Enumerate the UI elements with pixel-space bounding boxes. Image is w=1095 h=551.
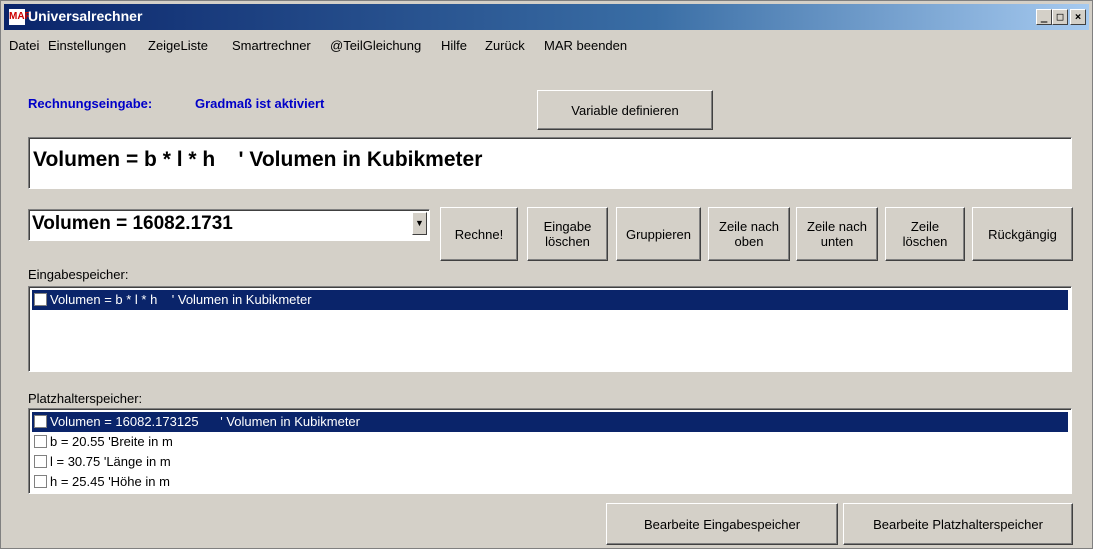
menu-datei[interactable]: Datei — [9, 38, 39, 53]
input-memory-list[interactable]: Volumen = b * l * h ' Volumen in Kubikme… — [28, 286, 1072, 372]
group-button[interactable]: Gruppieren — [616, 207, 701, 261]
checkbox[interactable] — [34, 415, 47, 428]
close-button[interactable]: × — [1070, 9, 1086, 25]
menu-bar: Datei Einstellungen ZeigeListe Smartrech… — [5, 33, 1088, 57]
undo-button[interactable]: Rückgängig — [972, 207, 1073, 261]
menu-mar-beenden[interactable]: MAR beenden — [544, 38, 627, 53]
list-item-text: l = 30.75 'Länge in m — [50, 454, 171, 469]
move-row-down-button[interactable]: Zeile nach unten — [796, 207, 878, 261]
minimize-button[interactable]: _ — [1036, 9, 1052, 25]
delete-row-button[interactable]: Zeile löschen — [885, 207, 965, 261]
edit-placeholder-memory-button[interactable]: Bearbeite Platzhalterspeicher — [843, 503, 1073, 545]
main-window: MAR Universalrechner _ □ × Datei Einstel… — [0, 0, 1093, 549]
app-icon: MAR — [9, 9, 32, 25]
list-item[interactable]: Volumen = b * l * h ' Volumen in Kubikme… — [32, 290, 1068, 310]
list-item[interactable]: h = 25.45 'Höhe in m — [32, 472, 1068, 492]
menu-zurueck[interactable]: Zurück — [485, 38, 525, 53]
rechne-button[interactable]: Rechne! — [440, 207, 518, 261]
checkbox[interactable] — [34, 435, 47, 448]
edit-input-memory-button[interactable]: Bearbeite Eingabespeicher — [606, 503, 838, 545]
chevron-down-icon[interactable]: ▼ — [412, 212, 427, 235]
input-memory-label: Eingabespeicher: — [28, 267, 129, 282]
menu-einstellungen[interactable]: Einstellungen — [48, 38, 126, 53]
result-value: Volumen = 16082.1731 — [32, 213, 233, 234]
list-item-text: Volumen = 16082.173125 ' Volumen in Kubi… — [50, 414, 360, 429]
list-item-text: h = 25.45 'Höhe in m — [50, 474, 170, 489]
move-row-up-button[interactable]: Zeile nach oben — [708, 207, 790, 261]
placeholder-memory-label: Platzhalterspeicher: — [28, 391, 143, 406]
list-item-text: Volumen = b * l * h ' Volumen in Kubikme… — [50, 292, 312, 307]
mode-status: Gradmaß ist aktiviert — [195, 96, 325, 111]
list-item[interactable]: Volumen = 16082.173125 ' Volumen in Kubi… — [32, 412, 1068, 432]
maximize-button[interactable]: □ — [1052, 9, 1068, 25]
title-bar[interactable]: MAR Universalrechner _ □ × — [4, 4, 1089, 30]
checkbox[interactable] — [34, 475, 47, 488]
list-item-text: b = 20.55 'Breite in m — [50, 434, 173, 449]
list-item[interactable]: l = 30.75 'Länge in m — [32, 452, 1068, 472]
list-item[interactable]: b = 20.55 'Breite in m — [32, 432, 1068, 452]
clear-input-button[interactable]: Eingabe löschen — [527, 207, 608, 261]
placeholder-memory-list[interactable]: Volumen = 16082.173125 ' Volumen in Kubi… — [28, 408, 1072, 494]
result-combo[interactable]: Volumen = 16082.1731 ▼ — [28, 209, 430, 241]
menu-smartrechner[interactable]: Smartrechner — [232, 38, 311, 53]
input-label: Rechnungseingabe: — [28, 96, 153, 111]
checkbox[interactable] — [34, 293, 47, 306]
checkbox[interactable] — [34, 455, 47, 468]
menu-zeigeliste[interactable]: ZeigeListe — [148, 38, 208, 53]
window-title: Universalrechner — [28, 8, 143, 24]
define-variable-button[interactable]: Variable definieren — [537, 90, 713, 130]
menu-teilgleichung[interactable]: @TeilGleichung — [330, 38, 421, 53]
menu-hilfe[interactable]: Hilfe — [441, 38, 467, 53]
formula-input[interactable]: Volumen = b * l * h ' Volumen in Kubikme… — [28, 137, 1072, 189]
